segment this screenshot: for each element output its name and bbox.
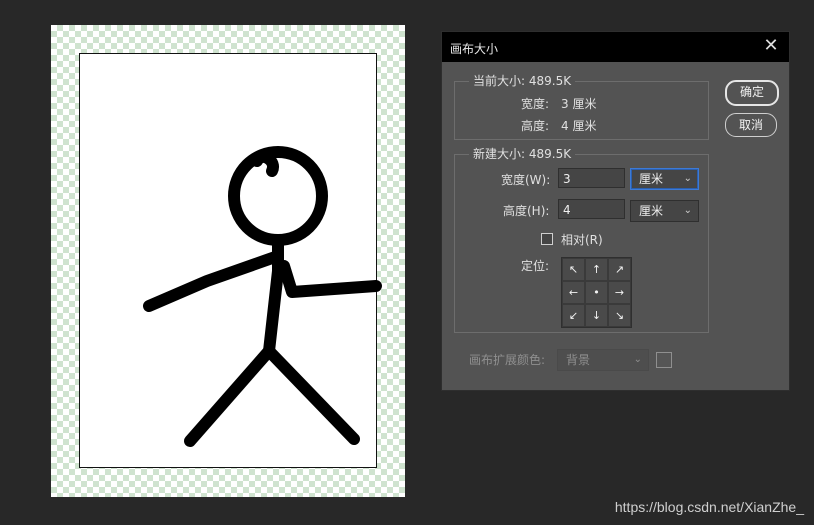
chevron-down-icon: ⌄ [683, 205, 692, 216]
transparent-canvas-area [51, 25, 405, 497]
current-size-group: 当前大小: 489.5K 宽度: 3 厘米 高度: 4 厘米 [454, 73, 709, 140]
extension-color-select[interactable]: 背景 ⌄ [557, 349, 649, 371]
document-image [79, 53, 382, 468]
anchor-top-arrow-icon[interactable]: ↑ [585, 258, 608, 281]
new-size-legend: 新建大小: 489.5K [469, 146, 576, 162]
current-height-value: 4 厘米 [561, 119, 597, 133]
anchor-bottom-right-arrow-icon[interactable]: ↘ [608, 304, 631, 327]
cancel-button[interactable]: 取消 [725, 113, 777, 137]
dialog-title: 画布大小 [450, 42, 499, 56]
ok-button[interactable]: 确定 [725, 80, 779, 106]
anchor-right-arrow-icon[interactable]: → [608, 281, 631, 304]
new-width-label: 宽度(W): [501, 173, 551, 187]
anchor-center-dot-icon[interactable]: • [585, 281, 608, 304]
anchor-left-arrow-icon[interactable]: ← [562, 281, 585, 304]
anchor-bottom-left-arrow-icon[interactable]: ↙ [562, 304, 585, 327]
dialog-titlebar: 画布大小 ✕ [442, 32, 789, 62]
width-unit-value: 厘米 [639, 172, 664, 186]
new-height-label: 高度(H): [503, 204, 550, 218]
height-input[interactable]: 4 [558, 199, 625, 219]
current-size-legend: 当前大小: 489.5K [469, 73, 576, 89]
height-unit-value: 厘米 [639, 204, 664, 218]
current-width-label: 宽度: [521, 97, 550, 111]
anchor-top-right-arrow-icon[interactable]: ↗ [608, 258, 631, 281]
anchor-label: 定位: [521, 259, 550, 273]
chevron-down-icon: ⌄ [683, 173, 692, 184]
width-unit-select[interactable]: 厘米 ⌄ [630, 168, 699, 190]
anchor-top-left-arrow-icon[interactable]: ↖ [562, 258, 585, 281]
extension-color-swatch[interactable] [656, 352, 672, 368]
close-icon[interactable]: ✕ [761, 36, 781, 56]
watermark-text: https://blog.csdn.net/XianZhe_ [614, 499, 804, 515]
extension-color-value: 背景 [566, 353, 591, 367]
relative-label[interactable]: 相对(R) [561, 231, 603, 248]
current-height-label: 高度: [521, 119, 550, 133]
anchor-bottom-arrow-icon[interactable]: ↓ [585, 304, 608, 327]
canvas-size-dialog: 画布大小 ✕ 当前大小: 489.5K 宽度: 3 厘米 高度: 4 厘米 新建… [441, 31, 790, 391]
relative-checkbox[interactable] [541, 233, 553, 245]
chevron-down-icon: ⌄ [633, 354, 642, 365]
stick-figure-drawing [143, 146, 382, 447]
extension-color-label: 画布扩展颜色: [469, 353, 546, 367]
width-input[interactable]: 3 [558, 168, 625, 188]
anchor-grid: ↖ ↑ ↗ ← • → ↙ ↓ ↘ [561, 257, 632, 328]
current-width-value: 3 厘米 [561, 97, 597, 111]
height-unit-select[interactable]: 厘米 ⌄ [630, 200, 699, 222]
